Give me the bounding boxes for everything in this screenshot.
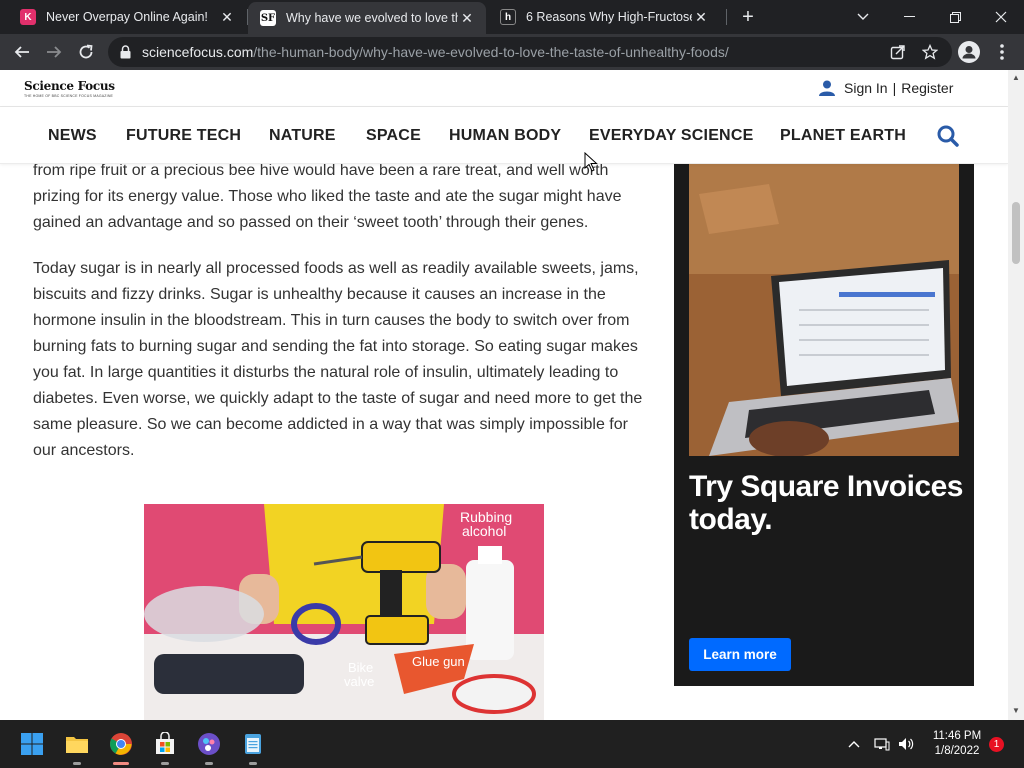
forward-button[interactable] bbox=[40, 38, 68, 66]
explorer-indicator bbox=[73, 762, 81, 765]
label-valve: valve bbox=[344, 674, 374, 689]
article-paragraph: from ripe fruit or a precious bee hive w… bbox=[33, 162, 622, 231]
app-icon[interactable] bbox=[197, 732, 221, 756]
nav-future-tech[interactable]: FUTURE TECH bbox=[126, 127, 241, 145]
tab-title: Never Overpay Online Again! bbox=[46, 10, 208, 24]
profile-avatar-icon[interactable] bbox=[958, 41, 980, 63]
user-icon bbox=[819, 80, 835, 96]
ad-photo bbox=[689, 164, 959, 456]
notepad-icon[interactable] bbox=[241, 732, 265, 756]
back-button[interactable] bbox=[8, 38, 36, 66]
diy-tools-photo: Rubbing alcohol Bike valve Glue gun bbox=[144, 504, 544, 720]
nav-nature[interactable]: NATURE bbox=[269, 127, 336, 145]
nav-news[interactable]: NEWS bbox=[48, 127, 97, 145]
healthline-favicon: h bbox=[500, 9, 516, 25]
tab-title: Why have we evolved to love the bbox=[286, 11, 458, 25]
clock-date: 1/8/2022 bbox=[934, 745, 980, 757]
url-path: /the-human-body/why-have-we-evolved-to-l… bbox=[253, 44, 729, 60]
volume-icon[interactable] bbox=[898, 736, 914, 752]
address-bar[interactable]: sciencefocus.com/the-human-body/why-have… bbox=[108, 37, 952, 67]
arrow-left-icon bbox=[14, 46, 29, 58]
lock-icon[interactable] bbox=[120, 45, 131, 59]
tab-search-button[interactable] bbox=[840, 0, 886, 34]
store-indicator bbox=[161, 762, 169, 765]
mouse-cursor-icon bbox=[584, 152, 598, 172]
nav-space[interactable]: SPACE bbox=[366, 127, 421, 145]
arrow-right-icon bbox=[47, 46, 62, 58]
laptop-photo bbox=[689, 164, 959, 456]
page-viewport: Science Focus THE HOME OF BBC SCIENCE FO… bbox=[0, 70, 1008, 720]
minimize-button[interactable] bbox=[886, 0, 932, 34]
browser-toolbar: sciencefocus.com/the-human-body/why-have… bbox=[0, 34, 1024, 70]
logo-tagline: THE HOME OF BBC SCIENCE FOCUS MAGAZINE bbox=[24, 94, 114, 98]
network-icon[interactable] bbox=[874, 736, 890, 752]
scrollbar-thumb[interactable] bbox=[1012, 202, 1020, 264]
account-links: Sign In | Register bbox=[818, 80, 953, 96]
tab-never-overpay[interactable]: K Never Overpay Online Again! ✕ bbox=[8, 0, 246, 34]
share-icon[interactable] bbox=[890, 44, 906, 60]
bookmark-star-icon[interactable] bbox=[922, 44, 938, 60]
main-navigation: NEWS FUTURE TECH NATURE SPACE HUMAN BODY… bbox=[0, 107, 1008, 164]
nav-everyday-science[interactable]: EVERYDAY SCIENCE bbox=[589, 127, 753, 145]
page-scrollbar[interactable]: ▲ ▼ bbox=[1008, 70, 1024, 720]
label-alcohol: alcohol bbox=[462, 523, 506, 539]
learn-more-button[interactable]: Learn more bbox=[689, 638, 791, 671]
tab-title: 6 Reasons Why High-Fructose Co bbox=[526, 10, 692, 24]
close-icon bbox=[995, 11, 1007, 23]
register-link[interactable]: Register bbox=[901, 80, 953, 96]
kebab-menu-icon bbox=[1000, 44, 1004, 60]
label-glue-gun: Glue gun bbox=[412, 654, 465, 669]
chrome-active-indicator bbox=[113, 762, 129, 765]
sign-in-link[interactable]: Sign In bbox=[844, 80, 888, 96]
close-tab-icon[interactable]: ✕ bbox=[692, 9, 710, 26]
app-indicator bbox=[205, 762, 213, 765]
notification-badge[interactable]: 1 bbox=[989, 737, 1004, 752]
windows-taskbar: 11:46 PM 1/8/2022 1 bbox=[0, 720, 1024, 768]
reload-icon bbox=[79, 44, 93, 59]
article-paragraph: Today sugar is in nearly all processed f… bbox=[33, 260, 643, 459]
browser-menu-button[interactable] bbox=[994, 42, 1010, 62]
microsoft-store-icon[interactable] bbox=[153, 732, 177, 756]
file-explorer-icon[interactable] bbox=[65, 732, 89, 756]
restore-button[interactable] bbox=[932, 0, 978, 34]
chevron-down-icon bbox=[857, 13, 869, 20]
url-text: sciencefocus.com/the-human-body/why-have… bbox=[142, 44, 729, 60]
chevron-up-icon[interactable] bbox=[846, 736, 862, 752]
system-clock[interactable]: 11:46 PM 1/8/2022 bbox=[928, 729, 986, 759]
science-focus-logo[interactable]: Science Focus THE HOME OF BBC SCIENCE FO… bbox=[24, 79, 115, 98]
restore-icon bbox=[949, 11, 961, 23]
nav-planet-earth[interactable]: PLANET EARTH bbox=[780, 127, 906, 145]
close-tab-icon[interactable]: ✕ bbox=[458, 10, 476, 27]
tab-healthline[interactable]: h 6 Reasons Why High-Fructose Co ✕ bbox=[488, 0, 720, 34]
new-tab-button[interactable]: + bbox=[736, 5, 760, 29]
scroll-down-icon[interactable]: ▼ bbox=[1012, 707, 1020, 715]
site-header: Science Focus THE HOME OF BBC SCIENCE FO… bbox=[0, 70, 1008, 107]
article-image: Rubbing alcohol Bike valve Glue gun bbox=[144, 504, 544, 720]
reload-button[interactable] bbox=[72, 38, 100, 66]
ad-headline: Try Square Invoices today. bbox=[689, 470, 963, 536]
close-tab-icon[interactable]: ✕ bbox=[218, 9, 236, 26]
clock-time: 11:46 PM bbox=[932, 730, 982, 742]
url-host: sciencefocus.com bbox=[142, 44, 254, 60]
close-window-button[interactable] bbox=[978, 0, 1024, 34]
tab-separator bbox=[726, 9, 727, 25]
science-focus-favicon: SF bbox=[260, 10, 276, 26]
square-invoices-ad[interactable]: Try Square Invoices today. Learn more bbox=[674, 164, 974, 686]
search-icon[interactable] bbox=[937, 125, 959, 147]
scroll-up-icon[interactable]: ▲ bbox=[1012, 74, 1020, 82]
chrome-icon[interactable] bbox=[109, 732, 133, 756]
notepad-indicator bbox=[249, 762, 257, 765]
article-body: from ripe fruit or a precious bee hive w… bbox=[33, 158, 645, 484]
start-icon[interactable] bbox=[20, 732, 44, 756]
logo-name: Science Focus bbox=[24, 79, 115, 93]
nav-human-body[interactable]: HUMAN BODY bbox=[449, 127, 561, 145]
browser-tab-strip: K Never Overpay Online Again! ✕ SF Why h… bbox=[0, 0, 1024, 34]
link-separator: | bbox=[892, 80, 897, 96]
label-bike: Bike bbox=[348, 660, 373, 675]
k-logo-icon: K bbox=[20, 9, 36, 25]
tab-science-focus[interactable]: SF Why have we evolved to love the ✕ bbox=[248, 2, 486, 34]
minimize-icon bbox=[903, 16, 915, 17]
